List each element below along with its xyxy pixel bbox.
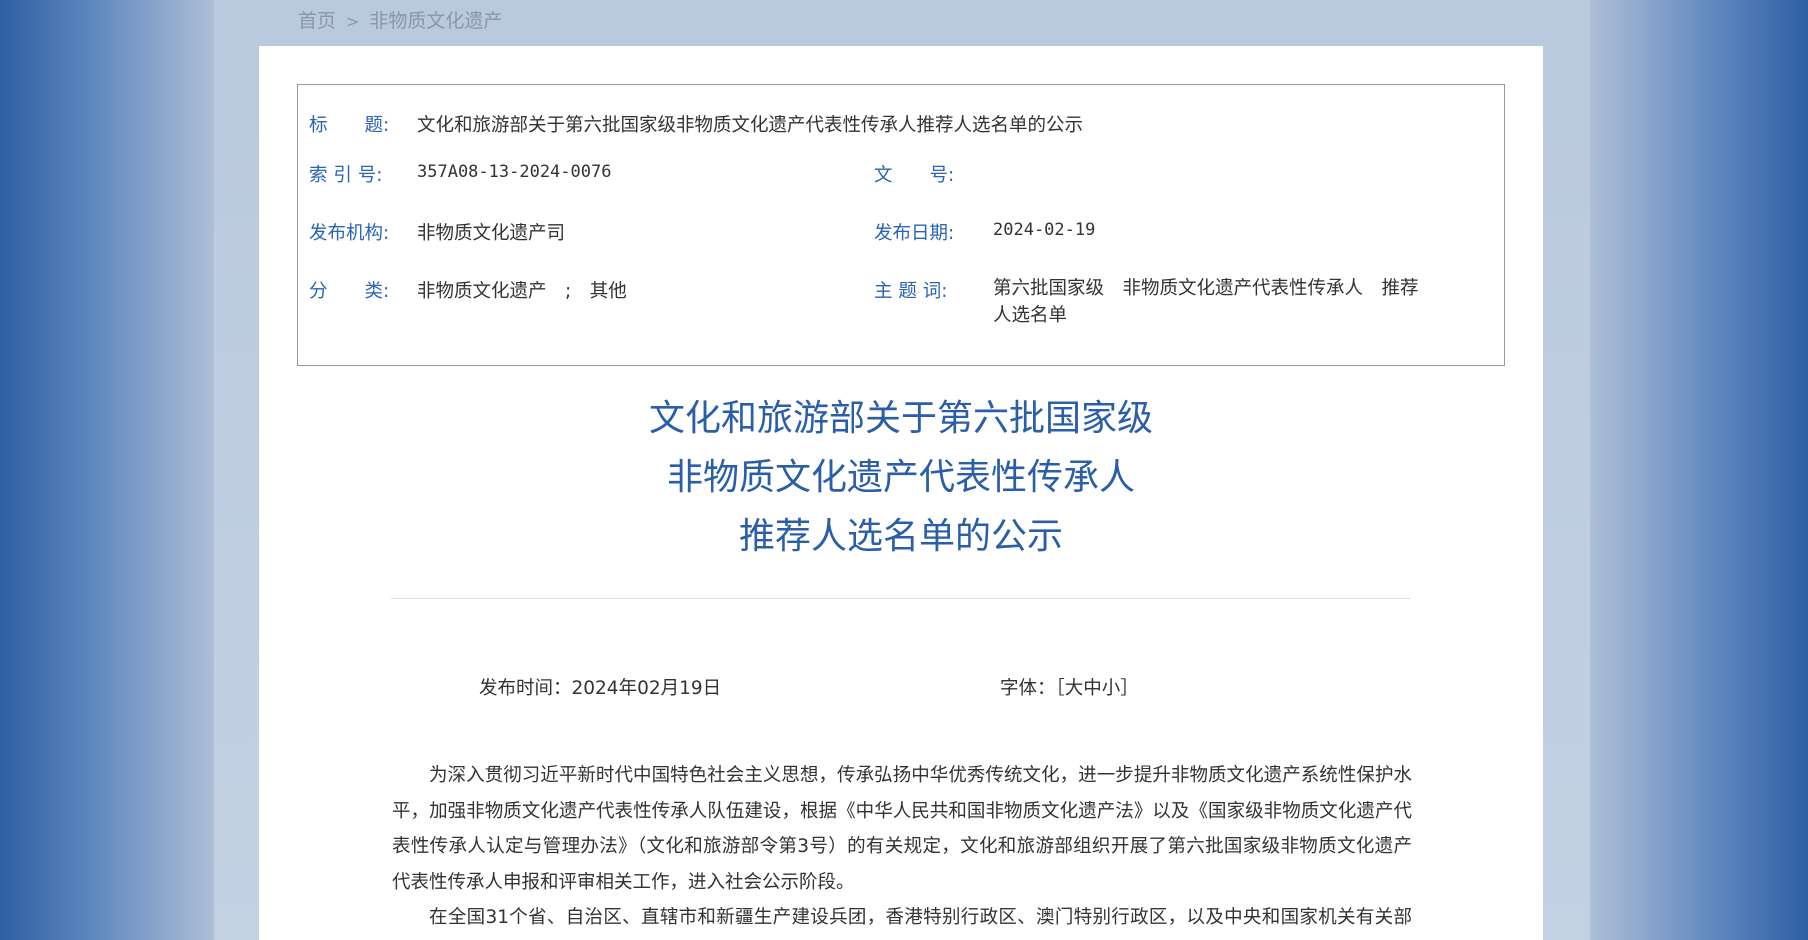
- metadata-table: 标 题: 文化和旅游部关于第六批国家级非物质文化遗产代表性传承人推荐人选名单的公…: [297, 84, 1505, 366]
- meta-doc-no-label: 文 号:: [874, 165, 955, 186]
- meta-date-label: 发布日期:: [874, 223, 955, 244]
- breadcrumb-home-link[interactable]: 首页: [298, 10, 336, 32]
- body-paragraph-1: 为深入贯彻习近平新时代中国特色社会主义思想，传承弘扬中华优秀传统文化，进一步提升…: [392, 765, 1412, 893]
- meta-date-value: 2024-02-19: [993, 220, 1096, 240]
- meta-issuer-label: 发布机构:: [309, 223, 390, 244]
- meta-keywords-label: 主 题 词:: [874, 281, 948, 302]
- meta-title-value: 文化和旅游部关于第六批国家级非物质文化遗产代表性传承人推荐人选名单的公示: [417, 115, 1084, 136]
- body-paragraph-2: 在全国31个省、自治区、直辖市和新疆生产建设兵团，香港特别行政区、澳门特别行政区…: [429, 907, 1412, 928]
- content-panel: 标 题: 文化和旅游部关于第六批国家级非物质文化遗产代表性传承人推荐人选名单的公…: [259, 46, 1543, 940]
- meta-category-value: 非物质文化遗产 ; 其他: [417, 281, 627, 302]
- meta-index-value: 357A08-13-2024-0076: [417, 162, 612, 182]
- publish-time: 发布时间：2024年02月19日: [479, 678, 722, 699]
- meta-keywords-value: 第六批国家级 非物质文化遗产代表性传承人 推荐人选名单: [993, 278, 1419, 326]
- meta-title-label: 标 题:: [309, 115, 390, 136]
- article-body: 为深入贯彻习近平新时代中国特色社会主义思想，传承弘扬中华优秀传统文化，进一步提升…: [392, 758, 1412, 940]
- article-title-line-3: 推荐人选名单的公示: [738, 516, 1063, 557]
- article-title-line-2: 非物质文化遗产代表性传承人: [666, 457, 1135, 498]
- article-title: 文化和旅游部关于第六批国家级 非物质文化遗产代表性传承人 推荐人选名单的公示: [259, 389, 1543, 566]
- title-divider: [391, 598, 1411, 599]
- meta-issuer-value: 非物质文化遗产司: [417, 223, 566, 244]
- article-title-line-1: 文化和旅游部关于第六批国家级: [648, 398, 1153, 439]
- meta-index-label: 索 引 号:: [309, 165, 383, 186]
- breadcrumb-current-link[interactable]: 非物质文化遗产: [369, 10, 502, 32]
- breadcrumb: 首页 > 非物质文化遗产: [298, 6, 502, 36]
- breadcrumb-separator: >: [346, 12, 360, 31]
- font-size-control[interactable]: 字体：［大中小］: [1000, 674, 1139, 700]
- meta-category-label: 分 类:: [309, 281, 390, 302]
